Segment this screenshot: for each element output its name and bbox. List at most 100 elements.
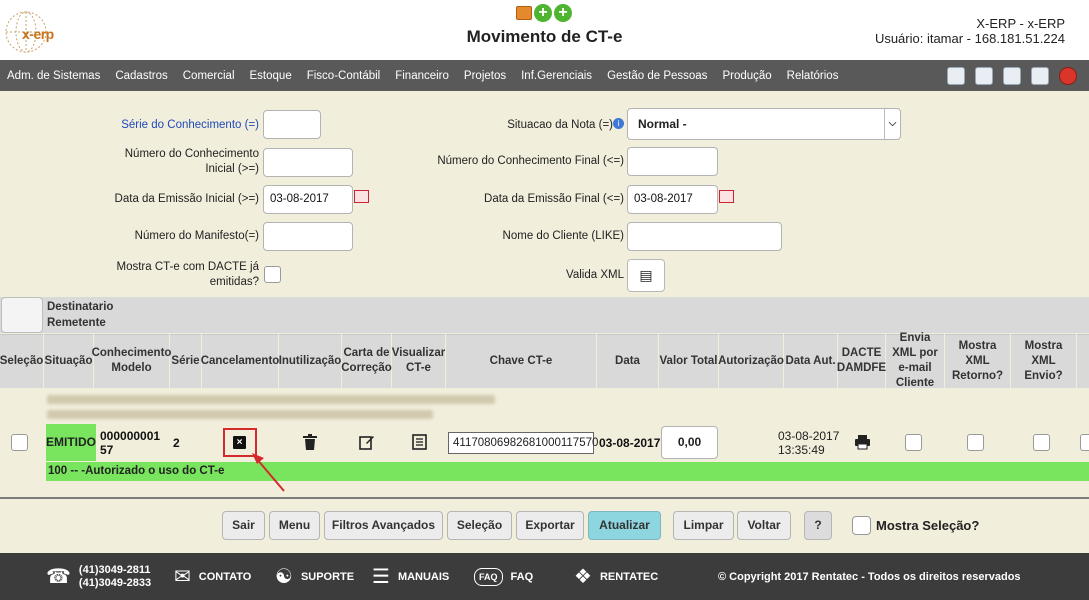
info-icon[interactable]: i xyxy=(613,118,624,129)
situacao-select[interactable]: Normal - ⌵ xyxy=(627,108,901,140)
data-final-input[interactable]: 03-08-2017 xyxy=(627,185,718,214)
menu-financeiro[interactable]: Financeiro xyxy=(395,70,449,82)
cliente-input[interactable] xyxy=(627,222,782,251)
help-button[interactable]: ? xyxy=(804,511,832,540)
data-inicial-label: Data da Emissão Inicial (>=) xyxy=(114,193,259,205)
menu-fisco-contabil[interactable]: Fisco-Contábil xyxy=(307,70,381,82)
numero-inicial-input[interactable] xyxy=(263,148,353,177)
remetente-header: Remetente xyxy=(47,317,106,329)
globe-icon[interactable] xyxy=(1031,66,1049,85)
menu-projetos[interactable]: Projetos xyxy=(464,70,506,82)
data-inicial-input[interactable]: 03-08-2017 xyxy=(263,185,353,214)
valor-total-field[interactable]: 0,00 xyxy=(661,426,718,459)
row-extra-checkbox[interactable] xyxy=(1080,434,1089,451)
document-search-icon[interactable] xyxy=(975,66,993,85)
destinatario-header: Destinatario xyxy=(47,301,114,313)
voltar-button[interactable]: Voltar xyxy=(737,511,791,540)
status-message-bar: 100 -- -Autorizado o uso do CT-e xyxy=(46,462,1089,481)
mostra-xml-envio-checkbox[interactable] xyxy=(1033,434,1050,451)
headset-icon: ☯ xyxy=(275,566,293,588)
rentatec-label: RENTATEC xyxy=(599,570,659,583)
numero-final-input[interactable] xyxy=(627,147,718,176)
col-situacao[interactable]: Situação xyxy=(44,334,94,388)
col-valor-total[interactable]: Valor Total xyxy=(659,334,719,388)
blurred-remetente xyxy=(47,410,433,419)
system-name: X-ERP - x-ERP xyxy=(976,16,1065,31)
filtros-avancados-button[interactable]: Filtros Avançados xyxy=(324,511,443,540)
col-data-aut[interactable]: Data Aut. xyxy=(784,334,838,388)
phone-numbers: (41)3049-2811 (41)3049-2833 xyxy=(79,564,151,590)
col-envia-xml[interactable]: Envia XML por e-mail Cliente xyxy=(886,332,945,389)
footer-manuais[interactable]: ☰ MANUAIS xyxy=(372,553,449,600)
atualizar-button[interactable]: Atualizar xyxy=(588,511,661,540)
copyright: © Copyright 2017 Rentatec - Todos os dir… xyxy=(718,570,1021,583)
col-conhecimento[interactable]: Conhecimento Modelo xyxy=(92,334,171,388)
menu-adm-sistemas[interactable]: Adm. de Sistemas xyxy=(7,70,100,82)
col-data[interactable]: Data xyxy=(597,334,659,388)
envia-xml-checkbox[interactable] xyxy=(905,434,922,451)
document-icon[interactable] xyxy=(1003,66,1021,85)
select-all-button[interactable] xyxy=(1,297,43,333)
numero-inicial-label: Número do Conhecimento Inicial (>=) xyxy=(124,148,259,175)
phone-1: (41)3049-2811 xyxy=(78,563,151,576)
footer-faq[interactable]: FAQ FAQ xyxy=(474,553,533,600)
red-arrow-annotation xyxy=(252,453,285,492)
col-carta-correcao[interactable]: Carta de Correção xyxy=(341,334,392,388)
footer-contato[interactable]: ✉ CONTATO xyxy=(174,553,251,600)
status-badge: EMITIDO xyxy=(46,424,96,461)
menu-gestao-pessoas[interactable]: Gestão de Pessoas xyxy=(607,70,707,82)
menu-cadastros[interactable]: Cadastros xyxy=(115,70,167,82)
footer-suporte[interactable]: ☯ SUPORTE xyxy=(275,553,354,600)
menu-inf-gerenciais[interactable]: Inf.Gerenciais xyxy=(521,70,592,82)
exportar-button[interactable]: Exportar xyxy=(516,511,584,540)
row-select-checkbox[interactable] xyxy=(11,434,28,451)
menu-producao[interactable]: Produção xyxy=(722,70,771,82)
cliente-label: Nome do Cliente (LIKE) xyxy=(502,230,624,242)
col-serie[interactable]: Série xyxy=(170,334,202,388)
col-mostra-xml-envio[interactable]: Mostra XML Envio? xyxy=(1011,334,1077,388)
add-new-icon[interactable]: + xyxy=(554,4,572,22)
col-autorizacao[interactable]: Autorização xyxy=(718,334,784,388)
report-icon[interactable] xyxy=(516,6,532,20)
sair-button[interactable]: Sair xyxy=(222,511,265,540)
col-mostra-xml-retorno[interactable]: Mostra XML Retorno? xyxy=(945,334,1011,388)
col-inutilizacao[interactable]: Inutilização xyxy=(279,334,342,388)
home-icon[interactable] xyxy=(947,66,965,85)
chave-cte-field[interactable]: 41170806982681000117570 xyxy=(448,432,598,454)
printer-icon[interactable] xyxy=(854,434,871,450)
col-dacte[interactable]: DACTE DAMDFE xyxy=(837,334,886,388)
menu-relatorios[interactable]: Relatórios xyxy=(787,70,839,82)
suporte-label: SUPORTE xyxy=(300,570,355,583)
valida-xml-button[interactable]: ▤ xyxy=(627,259,665,292)
mostra-dacte-checkbox[interactable] xyxy=(264,266,281,283)
add-icon[interactable]: + xyxy=(534,4,552,22)
calendar-icon[interactable] xyxy=(719,190,734,203)
menu-button[interactable]: Menu xyxy=(269,511,320,540)
trash-icon[interactable] xyxy=(302,434,318,451)
conhecimento-modelo: 000000001 57 xyxy=(100,429,160,457)
col-selecao[interactable]: Seleção xyxy=(0,334,44,388)
cancel-icon[interactable]: × xyxy=(233,436,246,449)
footer-rentatec[interactable]: ❖ RENTATEC xyxy=(574,553,658,600)
limpar-button[interactable]: Limpar xyxy=(673,511,734,540)
mostra-selecao-checkbox[interactable] xyxy=(852,516,871,535)
chevron-down-icon[interactable]: ⌵ xyxy=(884,109,900,139)
serie-input[interactable] xyxy=(263,110,321,139)
manifesto-input[interactable] xyxy=(263,222,353,251)
edit-icon[interactable] xyxy=(359,434,375,450)
books-icon: ☰ xyxy=(372,566,390,588)
menu-comercial[interactable]: Comercial xyxy=(183,70,235,82)
power-icon[interactable] xyxy=(1059,66,1077,85)
manifesto-label: Número do Manifesto(=) xyxy=(134,230,259,242)
mostra-xml-retorno-checkbox[interactable] xyxy=(967,434,984,451)
col-cancelamento[interactable]: Cancelamento xyxy=(201,334,279,388)
col-visualizar[interactable]: Visualizar CT-e xyxy=(392,334,446,388)
main-menu-bar: Adm. de Sistemas Cadastros Comercial Est… xyxy=(0,60,1089,91)
calendar-icon[interactable] xyxy=(354,190,369,203)
col-chave[interactable]: Chave CT-e xyxy=(446,334,597,388)
view-document-icon[interactable] xyxy=(412,434,427,450)
phone-2: (41)3049-2833 xyxy=(78,576,152,589)
selecao-button[interactable]: Seleção xyxy=(447,511,512,540)
data-final-label: Data da Emissão Final (<=) xyxy=(484,193,624,205)
menu-estoque[interactable]: Estoque xyxy=(250,70,292,82)
